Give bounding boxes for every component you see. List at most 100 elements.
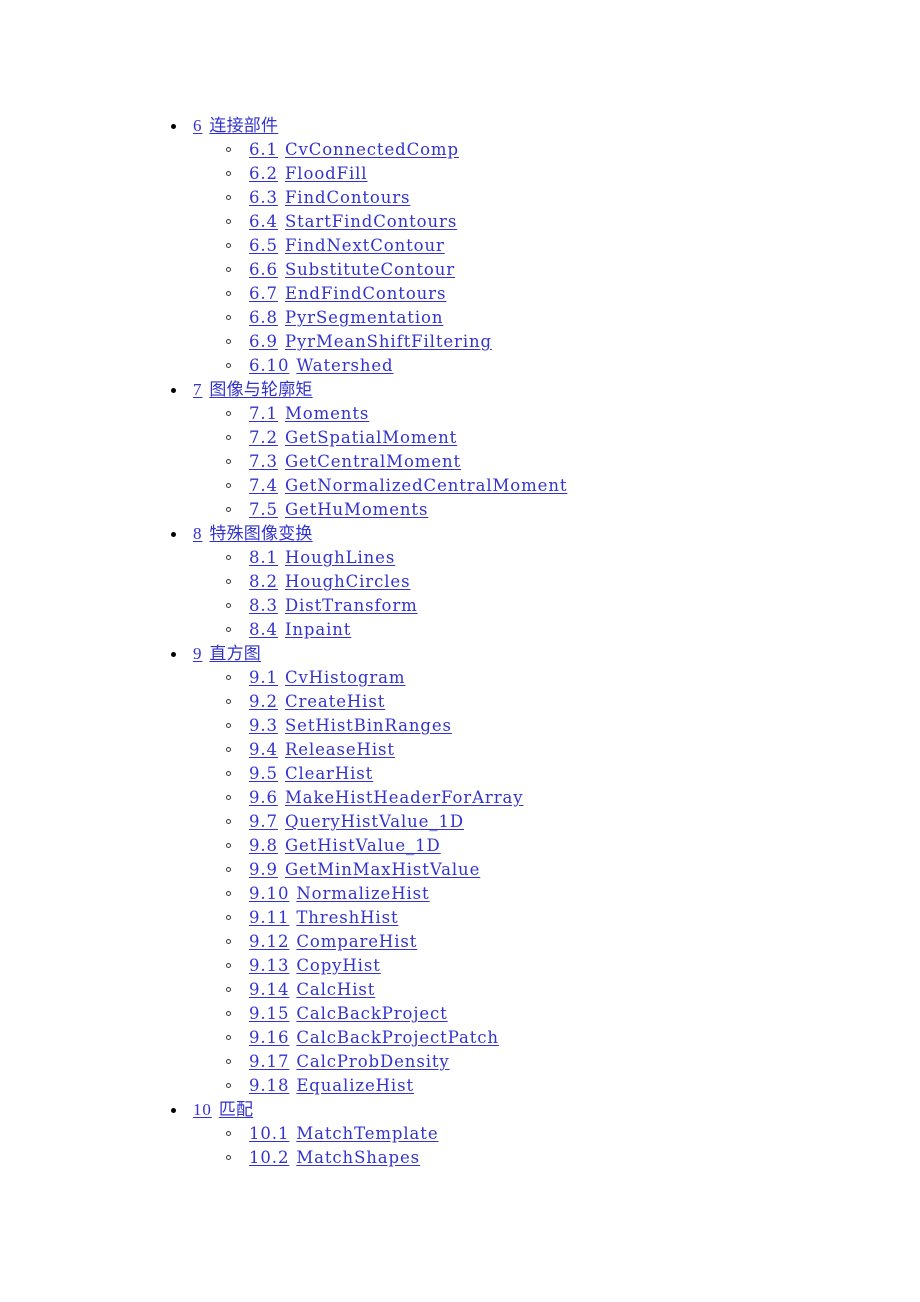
toc-entry-link[interactable]: 7.5 GetHuMoments (249, 500, 428, 519)
toc-entry-number: 9.15 (249, 1004, 290, 1023)
toc-entry-link[interactable]: 8.4 Inpaint (249, 620, 351, 639)
toc-entry-title: CvConnectedComp (284, 140, 459, 159)
toc-entry-title: FindContours (284, 188, 411, 207)
toc-entry-row: 10.1 MatchTemplate (0, 1122, 920, 1146)
toc-entry-title: MatchShapes (296, 1148, 421, 1167)
toc-section-number: 9 (193, 644, 203, 663)
toc-entry-link[interactable]: 9.11 ThreshHist (249, 908, 399, 927)
toc-entry-link[interactable]: 6.3 FindContours (249, 188, 410, 207)
toc-entry-link[interactable]: 9.16 CalcBackProjectPatch (249, 1028, 499, 1047)
bullet-circle-icon (226, 1083, 231, 1088)
toc-entry: 9.5 ClearHist (0, 762, 920, 786)
toc-entry-link[interactable]: 10.1 MatchTemplate (249, 1124, 438, 1143)
toc-entry: 8.3 DistTransform (0, 594, 920, 618)
toc-entry-link[interactable]: 7.2 GetSpatialMoment (249, 428, 457, 447)
toc-entry-link[interactable]: 7.3 GetCentralMoment (249, 452, 461, 471)
toc-section-title: 直方图 (209, 644, 262, 663)
toc-section-link[interactable]: 10 匹配 (193, 1100, 253, 1119)
toc-entry-title: CreateHist (284, 692, 386, 711)
toc-entry-link[interactable]: 9.8 GetHistValue_1D (249, 836, 441, 855)
toc-entry-link[interactable]: 9.12 CompareHist (249, 932, 417, 951)
toc-entry-title: CalcBackProject (296, 1004, 448, 1023)
toc-entry-link[interactable]: 8.3 DistTransform (249, 596, 418, 615)
toc-entry-row: 7.2 GetSpatialMoment (0, 426, 920, 450)
toc-entry-number: 9.7 (249, 812, 278, 831)
toc-entry-row: 9.7 QueryHistValue_1D (0, 810, 920, 834)
toc-entry-row: 9.3 SetHistBinRanges (0, 714, 920, 738)
toc-entry-link[interactable]: 10.2 MatchShapes (249, 1148, 420, 1167)
toc-section-row: 9 直方图 (0, 642, 920, 666)
toc-entry: 9.4 ReleaseHist (0, 738, 920, 762)
bullet-circle-icon (226, 291, 231, 296)
toc-entry-link[interactable]: 6.5 FindNextContour (249, 236, 445, 255)
toc-entry-link[interactable]: 9.1 CvHistogram (249, 668, 405, 687)
toc-section: 10 匹配 10.1 MatchTemplate 10.2 MatchShapes (0, 1098, 920, 1170)
toc-entry-title: DistTransform (284, 596, 418, 615)
toc-entry-link[interactable]: 9.5 ClearHist (249, 764, 373, 783)
bullet-circle-icon (226, 1035, 231, 1040)
toc-entry-link[interactable]: 9.6 MakeHistHeaderForArray (249, 788, 523, 807)
toc-entry: 9.1 CvHistogram (0, 666, 920, 690)
toc-entry-link[interactable]: 9.17 CalcProbDensity (249, 1052, 450, 1071)
toc-section-row: 7 图像与轮廓矩 (0, 378, 920, 402)
toc-section-link[interactable]: 9 直方图 (193, 644, 261, 663)
toc-entry-title: MatchTemplate (296, 1124, 439, 1143)
toc-entry-title: HoughCircles (284, 572, 411, 591)
toc-entry-link[interactable]: 9.7 QueryHistValue_1D (249, 812, 464, 831)
toc-entry-link[interactable]: 9.3 SetHistBinRanges (249, 716, 452, 735)
toc-section-link[interactable]: 7 图像与轮廓矩 (193, 380, 313, 399)
toc-entry-number: 10.1 (249, 1124, 290, 1143)
toc-entry-number: 7.2 (249, 428, 278, 447)
toc-section-number: 7 (193, 380, 203, 399)
toc-entry-link[interactable]: 7.4 GetNormalizedCentralMoment (249, 476, 567, 495)
toc-entry-link[interactable]: 8.1 HoughLines (249, 548, 395, 567)
toc-entry: 6.9 PyrMeanShiftFiltering (0, 330, 920, 354)
toc-entry-link[interactable]: 6.7 EndFindContours (249, 284, 446, 303)
bullet-circle-icon (226, 459, 231, 464)
toc-section-link[interactable]: 6 连接部件 (193, 116, 278, 135)
toc-entry-link[interactable]: 9.15 CalcBackProject (249, 1004, 448, 1023)
bullet-circle-icon (226, 699, 231, 704)
toc-entry-row: 9.4 ReleaseHist (0, 738, 920, 762)
toc-section-link[interactable]: 8 特殊图像变换 (193, 524, 313, 543)
toc-entry-link[interactable]: 9.9 GetMinMaxHistValue (249, 860, 480, 879)
toc-entry-row: 9.14 CalcHist (0, 978, 920, 1002)
toc-entry-number: 9.1 (249, 668, 278, 687)
toc-entry-number: 6.2 (249, 164, 278, 183)
toc-entry-link[interactable]: 9.18 EqualizeHist (249, 1076, 414, 1095)
toc-entry-link[interactable]: 9.4 ReleaseHist (249, 740, 395, 759)
toc-entry-number: 7.3 (249, 452, 278, 471)
toc-entry-link[interactable]: 9.10 NormalizeHist (249, 884, 430, 903)
toc-entry-row: 7.3 GetCentralMoment (0, 450, 920, 474)
toc-entry-row: 9.9 GetMinMaxHistValue (0, 858, 920, 882)
toc-entry-link[interactable]: 9.2 CreateHist (249, 692, 385, 711)
toc-entry-link[interactable]: 6.4 StartFindContours (249, 212, 457, 231)
toc-entry-row: 9.10 NormalizeHist (0, 882, 920, 906)
toc-entry-number: 7.4 (249, 476, 278, 495)
toc-entry-title: MakeHistHeaderForArray (284, 788, 524, 807)
toc-entry-link[interactable]: 6.1 CvConnectedComp (249, 140, 459, 159)
toc-entry-link[interactable]: 6.8 PyrSegmentation (249, 308, 443, 327)
toc-entry: 6.8 PyrSegmentation (0, 306, 920, 330)
toc-entry-link[interactable]: 7.1 Moments (249, 404, 369, 423)
toc-level2-list: 7.1 Moments 7.2 GetSpatialMoment 7.3 GetCentr… (0, 402, 920, 522)
toc-entry-number: 9.6 (249, 788, 278, 807)
toc-entry-link[interactable]: 6.6 SubstituteContour (249, 260, 455, 279)
toc-entry-link[interactable]: 6.9 PyrMeanShiftFiltering (249, 332, 492, 351)
toc-entry-link[interactable]: 9.13 CopyHist (249, 956, 381, 975)
toc-entry-link[interactable]: 6.10 Watershed (249, 356, 394, 375)
toc-entry-title: GetSpatialMoment (284, 428, 458, 447)
toc-entry-row: 6.3 FindContours (0, 186, 920, 210)
toc-entry-link[interactable]: 9.14 CalcHist (249, 980, 375, 999)
toc-section-title: 匹配 (218, 1100, 254, 1119)
toc-entry-link[interactable]: 6.2 FloodFill (249, 164, 368, 183)
toc-entry-number: 9.14 (249, 980, 290, 999)
toc-entry-number: 9.5 (249, 764, 278, 783)
toc-entry: 7.4 GetNormalizedCentralMoment (0, 474, 920, 498)
toc-entry-number: 9.4 (249, 740, 278, 759)
toc-entry-link[interactable]: 8.2 HoughCircles (249, 572, 410, 591)
toc-entry-title: CalcHist (296, 980, 376, 999)
toc-entry-row: 10.2 MatchShapes (0, 1146, 920, 1170)
bullet-circle-icon (226, 915, 231, 920)
toc-entry: 9.13 CopyHist (0, 954, 920, 978)
